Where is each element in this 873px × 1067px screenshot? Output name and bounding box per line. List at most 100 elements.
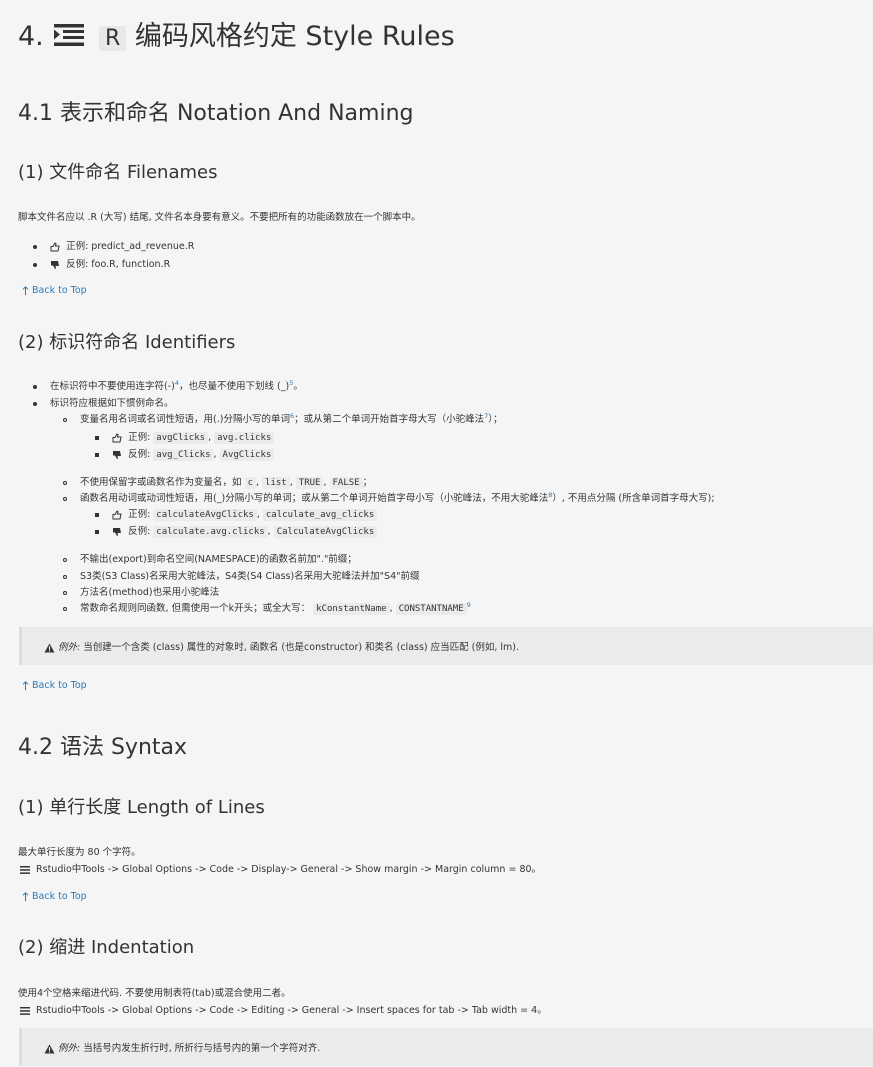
reserved-rule-end: ； bbox=[362, 477, 373, 488]
back-to-top-link[interactable]: Back to Top bbox=[22, 891, 87, 902]
callout-exception: 例外: 当创建一个含类 (class) 属性的对象时, 函数名 (也是const… bbox=[19, 627, 873, 665]
code-sample: CONSTANTNAME bbox=[395, 603, 467, 615]
var-rule-cont: ；或从第二个单词开始首字母大写（小驼峰法 bbox=[294, 414, 485, 425]
bullet bbox=[63, 590, 67, 595]
var-good-label: 正例: bbox=[128, 432, 151, 443]
section-4-1-heading: 4.1 表示和命名 Notation And Naming bbox=[18, 101, 414, 126]
menu-icon bbox=[20, 866, 30, 874]
list-item: 正例: calculateAvgClicks, calculate_avg_cl… bbox=[95, 506, 378, 521]
back-to-top-label[interactable]: Back to Top bbox=[32, 680, 87, 691]
indent-p2: Rstudio中Tools -> Global Options -> Code … bbox=[20, 1002, 547, 1016]
list-item: 正例: predict_ad_revenue.R bbox=[33, 238, 194, 252]
menu-icon bbox=[20, 1007, 30, 1015]
back-to-top-link[interactable]: Back to Top bbox=[22, 680, 87, 691]
indent-p2-text: Rstudio中Tools -> Global Options -> Code … bbox=[36, 1005, 547, 1016]
bullet bbox=[63, 606, 67, 611]
code-sample: c bbox=[244, 477, 256, 489]
thumbs-down-icon bbox=[50, 260, 60, 270]
lines-p2-text: Rstudio中Tools -> Global Options -> Code … bbox=[36, 864, 542, 875]
lines-heading: (1) 单行长度 Length of Lines bbox=[18, 797, 265, 818]
code-sample: TRUE bbox=[295, 477, 324, 489]
code-sample: avg_Clicks bbox=[153, 449, 214, 461]
thumbs-up-icon bbox=[50, 242, 60, 252]
list-item: 标识符应根据如下惯例命名。 bbox=[33, 395, 174, 409]
list-item: 正例: avgClicks, avg.clicks bbox=[95, 429, 275, 444]
callout-label: 例外: bbox=[58, 642, 81, 653]
list-icon bbox=[54, 22, 85, 53]
r-badge: R bbox=[98, 26, 127, 51]
list-item: 在标识符中不要使用连字符(-)4，也尽量不使用下划线 (_)5。 bbox=[33, 378, 303, 392]
bullet bbox=[63, 574, 67, 579]
bullet bbox=[63, 417, 67, 422]
bullet bbox=[33, 401, 37, 406]
list-item: 不使用保留字或函数名作为变量名，如 c, list, TRUE, FALSE； bbox=[63, 474, 373, 489]
indent-p1: 使用4个空格来缩进代码. 不要使用制表符(tab)或混合使用二者。 bbox=[18, 988, 291, 999]
arrow-up-icon bbox=[22, 681, 29, 691]
list-item: 函数名用动词或动词性短语，用(_)分隔小写的单词；或从第二个单词开始首字母小写（… bbox=[63, 490, 715, 504]
thumbs-down-icon bbox=[112, 450, 122, 460]
identifiers-rule-1-end: 。 bbox=[293, 381, 303, 392]
fn-good-label: 正例: bbox=[128, 509, 151, 520]
code-sample: calculate.avg.clicks bbox=[153, 526, 268, 538]
filenames-bad: 反例: foo.R, function.R bbox=[66, 259, 171, 270]
callout-text: 当括号内发生折行时, 所折行与括号内的第一个字符对齐. bbox=[80, 1043, 321, 1054]
list-item: 反例: foo.R, function.R bbox=[33, 256, 170, 270]
identifiers-heading: (2) 标识符命名 Identifiers bbox=[18, 332, 236, 353]
identifiers-rule-1: 在标识符中不要使用连字符(-) bbox=[50, 381, 175, 392]
bullet bbox=[95, 512, 99, 517]
arrow-up-icon bbox=[22, 286, 29, 296]
callout-text: 当创建一个含类 (class) 属性的对象时, 函数名 (也是construct… bbox=[80, 642, 520, 653]
filenames-good: 正例: predict_ad_revenue.R bbox=[66, 241, 195, 252]
bullet bbox=[95, 529, 99, 534]
list-item: 方法名(method)也采用小驼峰法 bbox=[63, 584, 219, 598]
identifiers-rule-2: 标识符应根据如下惯例命名。 bbox=[50, 398, 174, 409]
bullet bbox=[63, 480, 67, 485]
list-item: S3类(S3 Class)名采用大驼峰法，S4类(S4 Class)名采用大驼峰… bbox=[63, 568, 420, 582]
bullet bbox=[63, 557, 67, 562]
fn-bad-label: 反例: bbox=[128, 526, 151, 537]
callout-exception: 例外: 当括号内发生折行时, 所折行与括号内的第一个字符对齐. bbox=[19, 1028, 873, 1066]
thumbs-up-icon bbox=[112, 510, 122, 520]
lines-p2: Rstudio中Tools -> Global Options -> Code … bbox=[20, 861, 541, 875]
arrow-up-icon bbox=[22, 892, 29, 902]
title-number: 4. bbox=[18, 21, 44, 52]
method-rule: 方法名(method)也采用小驼峰法 bbox=[80, 587, 220, 598]
lines-p1: 最大单行长度为 80 个字符。 bbox=[18, 847, 141, 858]
reserved-rule: 不使用保留字或函数名作为变量名，如 bbox=[80, 477, 242, 488]
code-sample: avg.clicks bbox=[214, 432, 275, 444]
section-4-2-heading: 4.2 语法 Syntax bbox=[18, 735, 188, 760]
bullet bbox=[33, 384, 37, 389]
filenames-intro: 脚本文件名应以 .R (大写) 结尾, 文件名本身要有意义。不要把所有的功能函数… bbox=[18, 212, 421, 223]
back-to-top-label[interactable]: Back to Top bbox=[32, 285, 87, 296]
var-rule: 变量名用名词或名词性短语，用(.)分隔小写的单词 bbox=[80, 414, 290, 425]
filenames-heading: (1) 文件命名 Filenames bbox=[18, 162, 218, 183]
warning-icon bbox=[44, 1044, 55, 1054]
list-item: 变量名用名词或名词性短语，用(.)分隔小写的单词6；或从第二个单词开始首字母大写… bbox=[63, 411, 503, 425]
code-sample: AvgClicks bbox=[219, 449, 275, 461]
page-title: 4. R 编码风格约定 Style Rules bbox=[18, 14, 455, 53]
back-to-top-link[interactable]: Back to Top bbox=[22, 285, 87, 296]
list-item: 反例: calculate.avg.clicks, CalculateAvgCl… bbox=[95, 523, 378, 538]
indent-heading: (2) 缩进 Indentation bbox=[18, 937, 195, 958]
bullet bbox=[95, 435, 99, 440]
footnote-ref[interactable]: 9 bbox=[467, 601, 471, 609]
bullet bbox=[63, 496, 67, 501]
list-item: 反例: avg_Clicks, AvgClicks bbox=[95, 446, 275, 461]
back-to-top-label[interactable]: Back to Top bbox=[32, 891, 87, 902]
bullet bbox=[95, 452, 99, 457]
function-rule-end: ）, 不用点分隔 (所含单词首字母大写); bbox=[552, 493, 715, 504]
var-rule-end: ）； bbox=[488, 414, 503, 425]
code-sample: FALSE bbox=[329, 477, 363, 489]
function-rule: 函数名用动词或动词性短语，用(_)分隔小写的单词；或从第二个单词开始首字母小写（… bbox=[80, 493, 549, 504]
list-item: 常数命名规则同函数, 但需使用一个k开头；或全大写： kConstantName… bbox=[63, 600, 471, 615]
identifiers-rule-1-cont: ，也尽量不使用下划线 (_) bbox=[179, 381, 290, 392]
var-bad-label: 反例: bbox=[128, 449, 151, 460]
callout-label: 例外: bbox=[58, 1043, 81, 1054]
no-export-rule: 不输出(export)到命名空间(NAMESPACE)的函数名前加"."前缀； bbox=[80, 554, 357, 565]
thumbs-down-icon bbox=[112, 527, 122, 537]
code-sample: kConstantName bbox=[313, 603, 390, 615]
class-rule: S3类(S3 Class)名采用大驼峰法，S4类(S4 Class)名采用大驼峰… bbox=[80, 571, 420, 582]
title-text: 编码风格约定 Style Rules bbox=[134, 21, 455, 52]
code-sample: avgClicks bbox=[153, 432, 209, 444]
bullet bbox=[33, 262, 37, 267]
